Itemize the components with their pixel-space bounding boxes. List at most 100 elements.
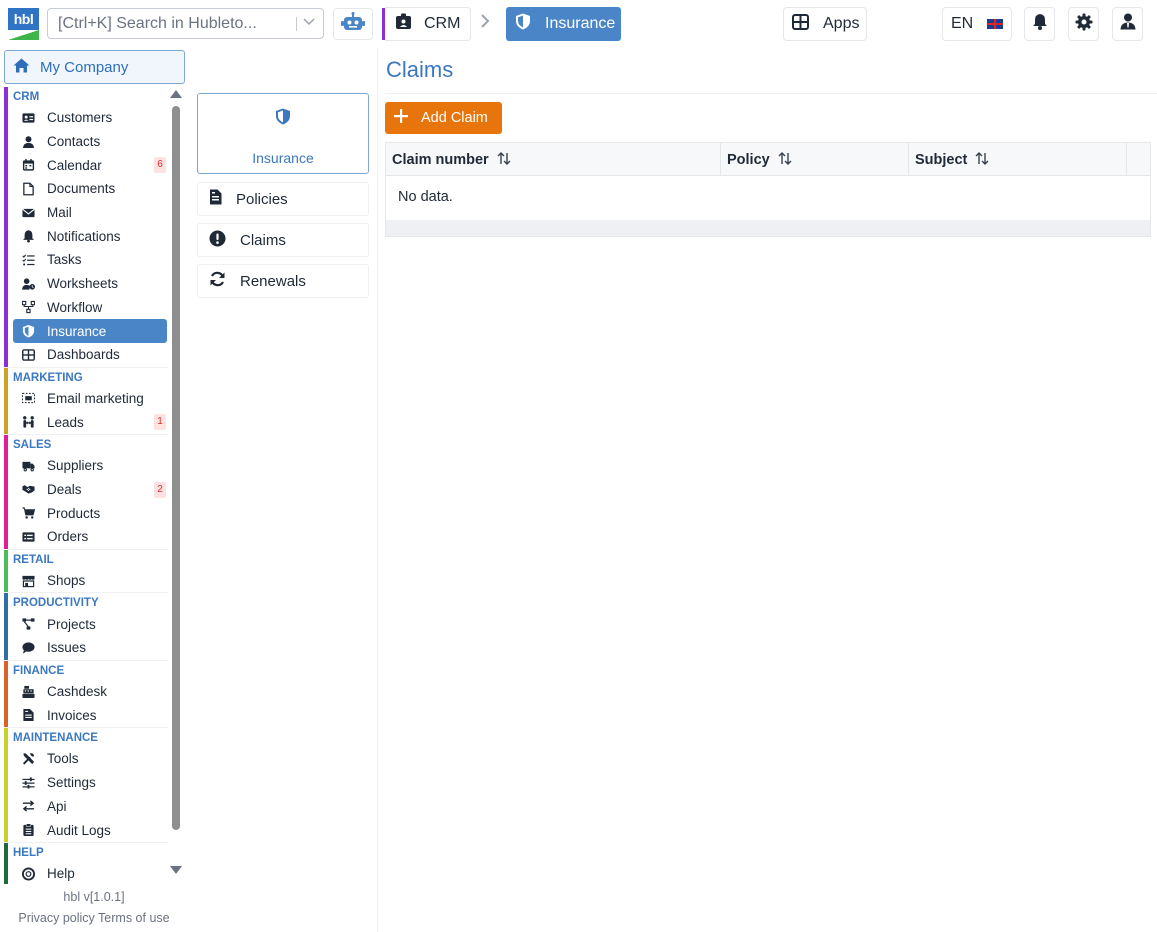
sidebar-item-cashdesk[interactable]: Cashdesk — [13, 680, 168, 704]
sidebar-item-label: Help — [47, 866, 75, 882]
sort-icon[interactable] — [778, 151, 792, 168]
sidebar-item-label: Issues — [47, 640, 87, 656]
sidebar-item-mail[interactable]: Mail — [13, 201, 168, 225]
sidebar-group-sales: SALES Suppliers Deals 2 Products Orders — [4, 434, 168, 550]
sidebar-item-projects[interactable]: Projects — [13, 612, 168, 636]
receipt-icon — [22, 530, 35, 543]
shield-icon — [515, 13, 531, 35]
sidebar-item-tools[interactable]: Tools — [13, 747, 168, 771]
scroll-down-arrow-icon[interactable] — [170, 866, 182, 877]
apps-button[interactable]: Apps — [783, 7, 867, 41]
nav-renewals[interactable]: Renewals — [197, 264, 369, 298]
sidebar-item-insurance[interactable]: Insurance — [13, 319, 167, 343]
sidebar-item-label: Tasks — [47, 252, 82, 268]
table-icon — [22, 348, 35, 361]
id-badge-icon — [395, 13, 412, 35]
app-version: hbl v[1.0.1] — [63, 890, 125, 904]
sidebar-item-label: Tools — [47, 751, 79, 767]
sidebar-item-shops[interactable]: Shops — [13, 569, 168, 593]
file-invoice-icon — [209, 189, 222, 209]
chevron-right-icon — [480, 13, 490, 34]
calendar-icon — [22, 159, 35, 172]
sidebar-item-api[interactable]: Api — [13, 795, 168, 819]
sidebar-scroll-thumb[interactable] — [172, 106, 180, 830]
sidebar-item-calendar[interactable]: Calendar 6 — [13, 153, 168, 177]
life-ring-icon — [22, 867, 35, 881]
file-icon — [22, 182, 35, 196]
sidebar-item-tasks[interactable]: Tasks — [13, 248, 168, 272]
chevron-down-icon[interactable] — [303, 15, 315, 27]
sidebar-item-notifications[interactable]: Notifications — [13, 224, 168, 248]
sidebar-item-label: Settings — [47, 775, 96, 791]
user-clock-icon — [22, 277, 35, 290]
sidebar-group-color-bar — [4, 842, 8, 884]
sidebar-item-label: Api — [47, 798, 67, 814]
sidebar-item-products[interactable]: Products — [13, 501, 168, 525]
shield-icon — [275, 108, 291, 128]
privacy-policy-link[interactable]: Privacy policy — [18, 911, 94, 925]
sidebar-group-help: HELP Help — [4, 842, 168, 884]
language-switcher[interactable]: EN — [942, 7, 1012, 41]
terms-of-use-link[interactable]: Terms of use — [98, 911, 170, 925]
column-header-label: Policy — [727, 151, 770, 168]
breadcrumb-insurance[interactable]: Insurance — [506, 7, 621, 41]
bell-icon — [1032, 13, 1048, 35]
nav-renewals-label: Renewals — [240, 272, 306, 290]
nav-policies[interactable]: Policies — [197, 182, 369, 216]
global-search[interactable] — [47, 8, 324, 39]
sidebar-item-suppliers[interactable]: Suppliers — [13, 454, 168, 478]
tools-icon — [22, 752, 35, 765]
table-icon — [792, 13, 809, 35]
sidebar-item-label: Projects — [47, 616, 96, 632]
scroll-up-arrow-icon[interactable] — [170, 90, 182, 101]
sidebar-item-customers[interactable]: Customers — [13, 106, 168, 130]
sidebar-item-worksheets[interactable]: Worksheets — [13, 272, 168, 296]
sidebar-item-issues[interactable]: Issues — [13, 636, 168, 660]
sidebar-item-help[interactable]: Help — [13, 862, 168, 884]
my-company-label: My Company — [40, 58, 129, 76]
sidebar-item-orders[interactable]: Orders — [13, 525, 168, 549]
breadcrumb-crm-label: CRM — [424, 15, 461, 32]
ai-assistant-button[interactable] — [333, 8, 373, 40]
sidebar-group-title: RETAIL — [13, 553, 54, 566]
sidebar-group-productivity: PRODUCTIVITY Projects Issues — [4, 593, 168, 661]
sidebar-item-dashboards[interactable]: Dashboards — [13, 343, 168, 367]
sidebar-group-color-bar — [4, 367, 8, 434]
sidebar-group-color-bar — [4, 660, 8, 728]
user-menu-button[interactable] — [1112, 7, 1143, 41]
notifications-button[interactable] — [1024, 7, 1055, 41]
sidebar-item-settings[interactable]: Settings — [13, 771, 168, 795]
sidebar-group-finance: FINANCE Cashdesk Invoices — [4, 660, 168, 729]
language-label: EN — [951, 15, 974, 32]
sidebar-item-deals[interactable]: Deals 2 — [13, 478, 168, 502]
search-input[interactable] — [48, 9, 288, 38]
add-claim-label: Add Claim — [421, 110, 488, 126]
nav-claims[interactable]: Claims — [197, 223, 369, 257]
column-header-label: Subject — [915, 151, 968, 168]
column-header-subject[interactable]: Subject — [909, 143, 1127, 176]
breadcrumb-crm[interactable]: CRM — [385, 7, 471, 41]
add-claim-button[interactable]: Add Claim — [385, 102, 502, 134]
sidebar-item-label: Workflow — [47, 299, 103, 315]
column-header-policy[interactable]: Policy — [721, 143, 909, 176]
sidebar-item-documents[interactable]: Documents — [13, 177, 168, 201]
sidebar-item-invoices[interactable]: Invoices — [13, 703, 168, 727]
settings-button[interactable] — [1068, 7, 1099, 41]
sidebar-item-label: Email marketing — [47, 390, 144, 406]
sidebar-item-email-marketing[interactable]: Email marketing — [13, 387, 168, 411]
sidebar-item-label: Mail — [47, 205, 72, 221]
sidebar-item-leads[interactable]: Leads 1 — [13, 410, 168, 434]
sort-icon[interactable] — [497, 151, 511, 168]
bell-icon — [22, 230, 35, 243]
sort-icon[interactable] — [975, 151, 989, 168]
sidebar-item-audit-logs[interactable]: Audit Logs — [13, 818, 168, 842]
sidebar-item-contacts[interactable]: Contacts — [13, 130, 168, 154]
sidebar-item-workflow[interactable]: Workflow — [13, 296, 168, 320]
user-icon — [1120, 13, 1136, 35]
envelope-icon — [22, 206, 35, 219]
app-logo[interactable]: hbl — [8, 8, 39, 40]
my-company-link[interactable]: My Company — [4, 50, 185, 84]
column-header-claim-number[interactable]: Claim number — [386, 143, 721, 176]
module-home-card[interactable]: Insurance — [197, 93, 369, 174]
home-icon — [13, 58, 30, 77]
